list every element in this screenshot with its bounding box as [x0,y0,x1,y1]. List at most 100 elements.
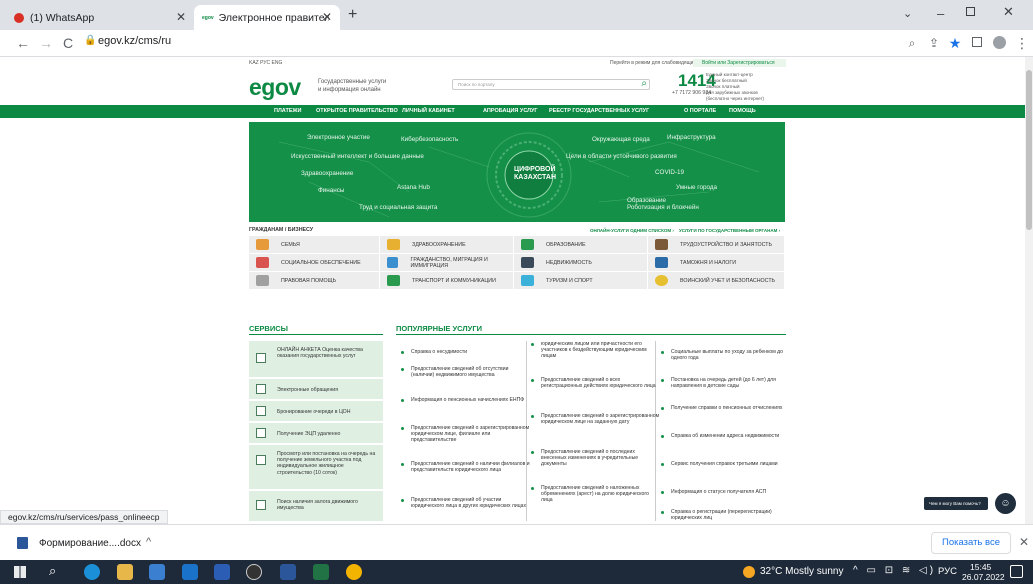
chevron-down-icon[interactable]: ⌄ [903,7,912,20]
category-tourism[interactable]: ТУРИЗМ И СПОРТ [514,272,648,289]
windows-start-icon[interactable] [14,566,26,578]
category-employment[interactable]: ТРУДОУСТРОЙСТВО И ЗАНЯТОСТЬ [648,236,785,253]
popular-service[interactable]: Информация о пенсионных начислениях ЕНПФ [401,397,531,403]
service-con-booking[interactable]: Бронирование очереди в ЦОН [249,401,383,421]
chat-icon[interactable]: ☺ [995,493,1016,514]
popular-service[interactable]: Сервис получения справок третьими лицами [661,461,786,467]
nav-services-registry[interactable]: РЕЕСТР ГОСУДАРСТВЕННЫХ УСЛУГ [549,108,649,114]
popular-service[interactable]: Социальные выплаты по уходу за ребенком … [661,349,786,361]
close-window-button[interactable]: ✕ [1003,4,1014,20]
nav-help[interactable]: ПОМОЩЬ [729,108,756,114]
close-icon[interactable]: ✕ [322,10,332,24]
banner-cybersecurity[interactable]: Кибербезопасность [401,136,458,143]
dell-icon[interactable] [246,564,262,580]
chevron-up-icon[interactable]: ^ [146,536,151,548]
zoom-icon[interactable]: ⌕ [903,34,921,52]
popular-service[interactable]: Справка о регистрации (перерегистрации) … [661,509,786,521]
popular-service[interactable]: Справка о несудимости [401,349,531,355]
tab-egov[interactable]: egov Электронное правительство Ре ✕ [194,5,340,30]
new-tab-button[interactable]: + [348,6,357,24]
category-healthcare[interactable]: ЗДРАВООХРАНЕНИЕ [380,236,514,253]
popular-service[interactable]: Предоставление сведений о последних внес… [531,449,661,468]
egov-logo[interactable]: egov [249,74,301,101]
profile-icon[interactable] [993,36,1006,49]
service-pledge-search[interactable]: Поиск наличия залога движимого имущества [249,491,383,521]
search-input[interactable]: Поиск по порталу ⌕ [452,78,650,90]
address-bar[interactable]: egov.kz/cms/ru [98,35,171,47]
login-link[interactable]: Войти или Зарегистрироваться [693,59,786,67]
tab-whatsapp[interactable]: (1) WhatsApp ✕ [6,5,194,30]
downloaded-file[interactable]: Формирование....docx [39,538,141,549]
chat-prompt[interactable]: Чем я могу Вам помочь? [924,497,988,510]
nav-payments[interactable]: ПЛАТЕЖИ [274,108,301,114]
search-icon[interactable]: ⌕ [641,78,647,89]
category-legal[interactable]: ПРАВОВАЯ ПОМОЩЬ [249,272,380,289]
reload-button[interactable]: C [59,34,77,52]
category-education[interactable]: ОБРАЗОВАНИЕ [514,236,648,253]
language-indicator[interactable]: РУС [938,566,957,577]
scrollbar-thumb[interactable] [1026,70,1032,230]
audience-switcher[interactable]: ГРАЖДАНАМ / БИЗНЕСУ [249,227,313,233]
banner-smart-cities[interactable]: Умные города [676,184,717,191]
back-button[interactable]: ← [14,34,32,52]
category-customs[interactable]: ТАМОЖНЯ И НАЛОГИ [648,254,785,271]
nav-about[interactable]: О ПОРТАЛЕ [684,108,716,114]
banner-environment[interactable]: Окружающая среда [592,136,650,143]
low-vision-link[interactable]: Перейти в режим для слабовидящих [610,60,696,66]
minimize-button[interactable]: – [937,6,944,21]
app-icon[interactable] [214,564,230,580]
mail-icon[interactable] [182,564,198,580]
popular-service[interactable]: Постановка на очередь детей (до 6 лет) д… [661,377,786,389]
banner-ai-bigdata[interactable]: Искусственный интеллект и большие данные [291,153,424,160]
share-icon[interactable]: ⇪ [925,34,943,52]
forward-button[interactable]: → [37,34,55,52]
close-icon[interactable]: ✕ [1019,535,1029,549]
popular-service[interactable]: Предоставление сведений о зарегистрирова… [531,413,661,425]
maximize-button[interactable] [966,7,975,16]
clock-time[interactable]: 15:45 [970,562,991,572]
category-social[interactable]: СОЦИАЛЬНОЕ ОБЕСПЕЧЕНИЕ [249,254,380,271]
category-real-estate[interactable]: НЕДВИЖИМОСТЬ [514,254,648,271]
nav-service-testing[interactable]: АПРОБАЦИЯ УСЛУГ [483,108,538,114]
tray-icons[interactable]: ^ ▭ ⊡ ≋ ◁) [853,565,936,576]
service-eds-remote[interactable]: Получение ЭЦП удаленно [249,423,383,443]
edge-icon[interactable] [84,564,100,580]
excel-icon[interactable] [313,564,329,580]
word-icon[interactable] [280,564,296,580]
category-citizenship[interactable]: ГРАЖДАНСТВО, МИГРАЦИЯ И ИММИГРАЦИЯ [380,254,514,271]
service-online-survey[interactable]: ОНЛАЙН АНКЕТА Оценка качества оказания г… [249,341,383,377]
popular-service[interactable]: Предоставление сведений об отсутствии (н… [401,366,531,378]
popular-service[interactable]: Предоставление сведений об участии юриди… [401,497,531,509]
star-icon[interactable]: ★ [946,34,964,52]
banner-covid[interactable]: COVID-19 [655,169,684,176]
popular-service[interactable]: Предоставление сведений о зарегистрирова… [401,425,531,444]
notification-icon[interactable] [1010,565,1023,578]
banner-infrastructure[interactable]: Инфраструктура [667,134,716,141]
banner-e-participation[interactable]: Электронное участие [307,134,370,141]
popular-service[interactable]: юридическим лицом или причастности его у… [531,341,661,360]
online-services-link[interactable]: ОНЛАЙН-УСЛУГИ ОДНИМ СПИСКОМ › [590,228,674,233]
weather-widget[interactable]: 32°C Mostly sunny [760,566,843,577]
clock-date[interactable]: 26.07.2022 [962,572,1005,582]
search-icon[interactable]: ⌕ [49,563,56,579]
close-icon[interactable]: ✕ [176,10,186,24]
popular-service[interactable]: Справка об изменении адреса недвижимости [661,433,786,439]
popular-service[interactable]: Предоставление сведений о всех регистрац… [531,377,661,389]
service-e-appeals[interactable]: Электронные обращения [249,379,383,399]
language-switcher[interactable]: KAZ РУС ENG [249,60,282,66]
banner-astana-hub[interactable]: Astana Hub [397,184,430,191]
store-icon[interactable] [149,564,165,580]
file-explorer-icon[interactable] [117,564,133,580]
nav-personal-cabinet[interactable]: ЛИЧНЫЙ КАБИНЕТ [402,108,455,114]
popular-service[interactable]: Предоставление сведений о наличии филиал… [401,461,531,473]
category-transport[interactable]: ТРАНСПОРТ И КОММУНИКАЦИИ [380,272,514,289]
category-family[interactable]: СЕМЬЯ [249,236,380,253]
popular-service[interactable]: Информация о статусе получателя АСП [661,489,786,495]
sidepanel-icon[interactable] [972,37,982,47]
banner-finance[interactable]: Финансы [318,187,344,194]
banner-labor[interactable]: Труд и социальная защита [359,204,437,211]
popular-service[interactable]: Предоставление сведений о наложенных обр… [531,485,661,504]
services-by-agency-link[interactable]: УСЛУГИ ПО ГОСУДАРСТВЕННЫМ ОРГАНАМ › [679,228,780,233]
show-all-button[interactable]: Показать все [931,532,1011,554]
popular-service[interactable]: Получение справки о пенсионных отчислени… [661,405,786,411]
